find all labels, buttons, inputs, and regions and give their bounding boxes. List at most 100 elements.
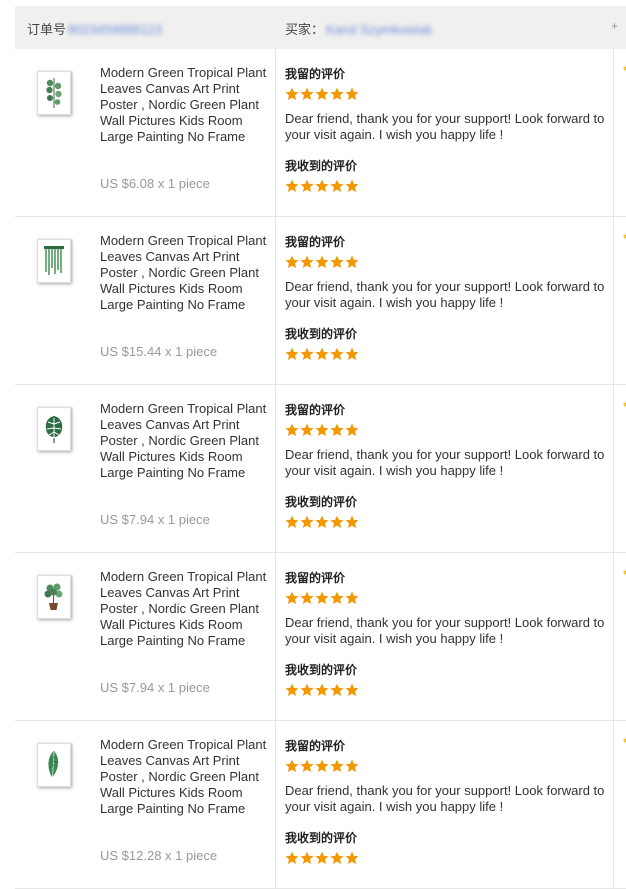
product-price: US $12.28 x 1 piece [100, 848, 218, 863]
received-feedback-label: 我收到的评价 [285, 663, 358, 677]
feedback-comment: Dear friend, thank you for your support!… [285, 783, 605, 814]
star-icon [315, 759, 329, 775]
star-icon [345, 347, 359, 363]
feedback-list: Modern Green Tropical Plant Leaves Canva… [15, 49, 626, 889]
star-icon [285, 87, 299, 103]
star-icon [315, 423, 329, 439]
star-icon [330, 347, 344, 363]
star-icon [300, 87, 314, 103]
star-icon [300, 683, 314, 699]
column-divider [275, 217, 276, 384]
star-icon [315, 179, 329, 195]
star-icon [330, 515, 344, 531]
star-icon [330, 759, 344, 775]
eucalyptus-print-icon[interactable] [37, 71, 71, 115]
star-icon [345, 179, 359, 195]
my-rating-stars [285, 87, 359, 103]
star-icon [285, 515, 299, 531]
star-icon [300, 591, 314, 607]
received-rating-stars [285, 347, 359, 363]
feedback-comment: Dear friend, thank you for your support!… [285, 279, 605, 310]
edge-star-icon: ★ [622, 567, 626, 577]
feedback-row: Modern Green Tropical Plant Leaves Canva… [15, 385, 626, 553]
product-price: US $7.94 x 1 piece [100, 512, 210, 527]
feedback-comment: Dear friend, thank you for your support!… [285, 111, 605, 142]
my-rating-stars [285, 759, 359, 775]
star-icon [345, 851, 359, 867]
column-divider [613, 49, 614, 216]
product-title-link[interactable]: Modern Green Tropical Plant Leaves Canva… [100, 737, 270, 817]
star-icon [345, 255, 359, 271]
buyer-name-link[interactable]: Karol Szymkowiak [326, 22, 432, 37]
star-icon [345, 683, 359, 699]
star-icon [285, 255, 299, 271]
order-number-label: 订单号 [27, 22, 67, 37]
column-divider [613, 721, 614, 888]
monstera-leaf-print-icon[interactable] [37, 407, 71, 451]
star-icon [345, 515, 359, 531]
my-feedback-label: 我留的评价 [285, 571, 346, 585]
order-number: 订单号 8023459888123 [27, 19, 162, 38]
star-icon [300, 423, 314, 439]
star-icon [300, 759, 314, 775]
my-feedback-label: 我留的评价 [285, 67, 346, 81]
product-price: US $7.94 x 1 piece [100, 680, 210, 695]
star-icon [315, 347, 329, 363]
feedback-comment: Dear friend, thank you for your support!… [285, 615, 605, 646]
received-rating-stars [285, 179, 359, 195]
feedback-row: Modern Green Tropical Plant Leaves Canva… [15, 721, 626, 889]
star-icon [300, 347, 314, 363]
column-divider [275, 49, 276, 216]
star-icon [300, 179, 314, 195]
product-price: US $6.08 x 1 piece [100, 176, 210, 191]
received-feedback-label: 我收到的评价 [285, 831, 358, 845]
banana-leaf-print-icon[interactable] [37, 743, 71, 787]
star-icon [315, 591, 329, 607]
order-number-value: 8023459888123 [68, 22, 163, 37]
buyer-label: 买家： [285, 22, 325, 37]
feedback-comment: Dear friend, thank you for your support!… [285, 447, 605, 478]
star-icon [285, 179, 299, 195]
edge-star-icon: ★ [622, 399, 626, 409]
edge-star-icon: ★ [622, 735, 626, 745]
product-title-link[interactable]: Modern Green Tropical Plant Leaves Canva… [100, 65, 270, 145]
star-icon [345, 591, 359, 607]
column-divider [613, 553, 614, 720]
star-icon [315, 255, 329, 271]
my-rating-stars [285, 423, 359, 439]
product-title-link[interactable]: Modern Green Tropical Plant Leaves Canva… [100, 401, 270, 481]
star-icon [330, 423, 344, 439]
star-icon [285, 591, 299, 607]
star-icon [345, 423, 359, 439]
column-divider [275, 721, 276, 888]
column-divider [613, 385, 614, 552]
column-divider [613, 217, 614, 384]
received-rating-stars [285, 683, 359, 699]
buyer-info: 买家： Karol Szymkowiak [285, 19, 432, 38]
received-rating-stars [285, 851, 359, 867]
star-icon [330, 591, 344, 607]
product-price: US $15.44 x 1 piece [100, 344, 218, 359]
potted-plant-print-icon[interactable] [37, 575, 71, 619]
corner-mark: + [610, 19, 618, 33]
star-icon [285, 683, 299, 699]
feedback-page: 订单号 8023459888123 买家： Karol Szymkowiak + M… [0, 0, 626, 889]
my-feedback-label: 我留的评价 [285, 739, 346, 753]
star-icon [285, 851, 299, 867]
feedback-row: Modern Green Tropical Plant Leaves Canva… [15, 49, 626, 217]
star-icon [315, 851, 329, 867]
hanging-vine-print-icon[interactable] [37, 239, 71, 283]
received-feedback-label: 我收到的评价 [285, 495, 358, 509]
column-divider [275, 385, 276, 552]
star-icon [315, 87, 329, 103]
feedback-row: Modern Green Tropical Plant Leaves Canva… [15, 553, 626, 721]
star-icon [330, 179, 344, 195]
product-title-link[interactable]: Modern Green Tropical Plant Leaves Canva… [100, 569, 270, 649]
edge-star-icon: ★ [622, 231, 626, 241]
star-icon [285, 759, 299, 775]
star-icon [330, 851, 344, 867]
received-feedback-label: 我收到的评价 [285, 327, 358, 341]
product-title-link[interactable]: Modern Green Tropical Plant Leaves Canva… [100, 233, 270, 313]
star-icon [300, 515, 314, 531]
star-icon [285, 423, 299, 439]
